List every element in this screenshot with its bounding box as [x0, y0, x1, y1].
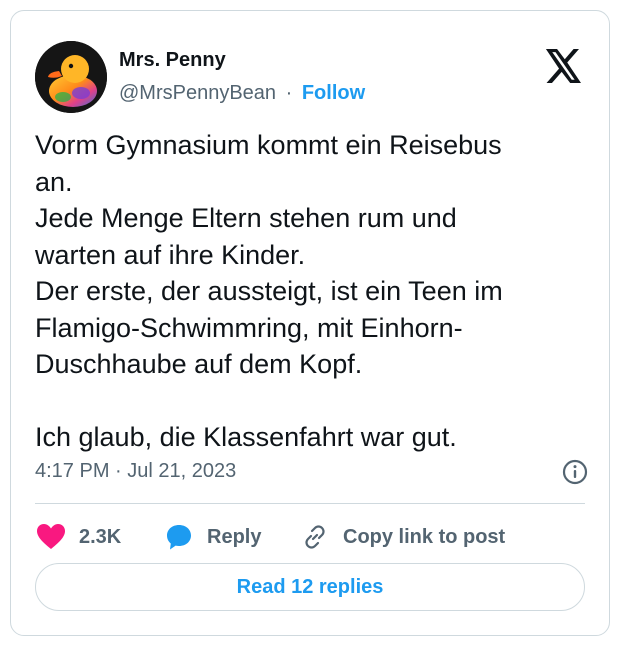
rubber-duck-avatar-icon [35, 41, 107, 113]
like-count: 2.3K [79, 525, 122, 548]
follow-link[interactable]: Follow [302, 82, 365, 104]
tweet-header: Mrs. Penny @MrsPennyBean · Follow [35, 35, 585, 115]
reply-bubble-icon [167, 525, 191, 550]
user-identity: Mrs. Penny @MrsPennyBean · Follow [119, 47, 365, 105]
handle-row: @MrsPennyBean · Follow [119, 81, 365, 105]
like-button[interactable]: 2.3K [37, 517, 121, 557]
reply-label: Reply [207, 525, 262, 548]
divider [35, 503, 585, 504]
x-logo-icon[interactable] [545, 49, 583, 83]
display-name[interactable]: Mrs. Penny [119, 47, 365, 73]
tweet-timestamp[interactable]: 4:17 PM · Jul 21, 2023 [35, 459, 236, 483]
read-replies-button[interactable]: Read 12 replies [35, 563, 585, 611]
copy-link-label: Copy link to post [343, 525, 506, 548]
info-icon[interactable] [561, 458, 589, 486]
copy-link-button[interactable]: Copy link to post [301, 517, 505, 557]
avatar[interactable] [35, 41, 107, 113]
action-bar: 2.3K Reply Copy link to post [35, 517, 585, 557]
tweet-card: Mrs. Penny @MrsPennyBean · Follow Vorm G… [10, 10, 610, 636]
user-handle[interactable]: @MrsPennyBean [119, 82, 276, 104]
reply-button[interactable]: Reply [165, 517, 261, 557]
heart-icon [37, 524, 65, 549]
link-icon [305, 525, 325, 549]
tweet-text: Vorm Gymnasium kommt ein Reisebus an. Je… [35, 130, 503, 452]
separator-dot: · [285, 82, 293, 104]
